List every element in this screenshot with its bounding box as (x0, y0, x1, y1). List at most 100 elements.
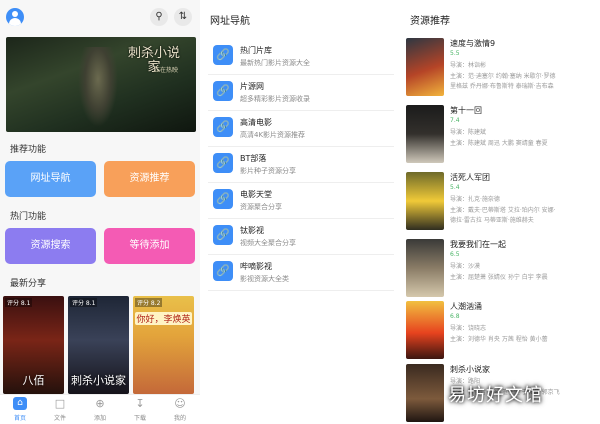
site-item[interactable]: 🔗 钛影视 视频大全聚合分享 (208, 219, 394, 255)
movie-poster (406, 105, 444, 163)
movie-director: 导演：林诣彬 (450, 62, 487, 69)
site-item[interactable]: 🔗 BT部落 影片种子资源分享 (208, 147, 394, 183)
featured-banner[interactable]: 刺杀小说家 正在热映 (6, 37, 196, 132)
movie-cast: 主演：范·迪塞尔 约翰·塞纳 米歇尔·罗德里格兹 乔丹娜·布鲁斯特 泰瑞斯·吉布… (450, 73, 556, 90)
movie-director: 导演：饶晓志 (450, 325, 487, 332)
movie-score: 5.5 (450, 50, 460, 57)
nav-add-label: 添加 (93, 415, 106, 422)
site-desc: 资源聚合分享 (240, 203, 282, 211)
movie-poster (406, 172, 444, 230)
movie-poster (406, 239, 444, 297)
site-name: 片源网 (240, 82, 264, 91)
folder-icon: □ (54, 397, 66, 410)
movie-score: 5.4 (450, 184, 460, 191)
movie-director: 导演：扎克·施奈德 (450, 196, 500, 203)
search-icon[interactable]: ⚲ (150, 8, 168, 26)
section-recommend-label: 推荐功能 (10, 145, 47, 155)
latest-poster-list: 评分 8.1 八佰 评分 8.1 刺杀小说家 评分 8.2 你好，李焕英 (0, 296, 200, 394)
site-name: 高清电影 (240, 118, 272, 127)
latest-poster[interactable]: 评分 8.1 八佰 (3, 296, 64, 394)
site-name: 电影天堂 (240, 190, 272, 199)
site-desc: 影片种子资源分享 (240, 167, 296, 175)
movie-name: 第十一回 (450, 106, 482, 115)
movie-item[interactable]: 第十一回 7.4 导演：陈建斌 主演：陈建斌 周迅 大鹏 窦靖童 春夏 (406, 105, 596, 169)
avatar[interactable] (6, 8, 24, 26)
movie-poster (406, 38, 444, 96)
poster-title: 刺杀小说家 (71, 374, 126, 387)
section-latest-label: 最新分享 (10, 279, 47, 289)
site-nav-panel: 网址导航 🔗 热门片库 最新热门影片资源大全 🔗 片源网 超多精彩影片资源收录 … (200, 0, 400, 424)
nav-me-label: 我的 (173, 415, 186, 422)
poster-title: 你好，李焕英 (135, 312, 192, 325)
movie-name: 人潮汹涌 (450, 302, 482, 311)
nav-add[interactable]: ⊕ 添加 (80, 397, 120, 422)
bottom-nav: ⌂ 首页 □ 文件 ⊕ 添加 ↧ 下载 ☺ 我的 (0, 394, 200, 424)
poster-score-badge: 评分 8.2 (135, 298, 163, 307)
smile-icon: ☺ (174, 397, 186, 410)
site-name: BT部落 (240, 154, 267, 163)
site-nav-title: 网址导航 (210, 16, 250, 27)
site-item[interactable]: 🔗 电影天堂 资源聚合分享 (208, 183, 394, 219)
movie-item[interactable]: 人潮汹涌 6.8 导演：饶晓志 主演：刘德华 肖央 万茜 程怡 黄小蕾 (406, 301, 596, 365)
link-icon: 🔗 (213, 153, 233, 173)
banner-artwork (78, 47, 118, 127)
section-hot-label: 热门功能 (10, 212, 47, 222)
avatar-head-shape (12, 11, 18, 17)
movie-name: 速度与激情9 (450, 39, 496, 48)
movie-cast: 主演：刘德华 肖央 万茜 程怡 黄小蕾 (450, 336, 548, 343)
download-icon: ↧ (135, 397, 145, 410)
nav-download-label: 下载 (133, 415, 146, 422)
site-name: 钛影视 (240, 226, 264, 235)
nav-home[interactable]: ⌂ 首页 (0, 397, 40, 422)
movie-score: 6.8 (450, 313, 460, 320)
home-icon: ⌂ (13, 397, 27, 410)
site-desc: 影视资源大全类 (240, 275, 289, 283)
movie-item[interactable]: 我要我们在一起 6.5 导演：沙漠 主演：屈楚萧 张婧仪 孙宁 白宇 李晨 (406, 239, 596, 303)
nav-download[interactable]: ↧ 下载 (120, 397, 160, 422)
nav-files-label: 文件 (53, 415, 66, 422)
movie-score: 6.5 (450, 251, 460, 258)
resource-search-button[interactable]: 资源搜索 (5, 228, 96, 264)
movie-poster (406, 301, 444, 359)
movie-poster (406, 364, 444, 422)
home-panel: ⚲ ⇅ 刺杀小说家 正在热映 推荐功能 网址导航 资源推荐 热门功能 资源搜索 … (0, 0, 200, 424)
site-desc: 视频大全聚合分享 (240, 239, 296, 247)
poster-score-badge: 评分 8.1 (70, 298, 98, 307)
site-item[interactable]: 🔗 高清电影 高清4K影片资源推荐 (208, 111, 394, 147)
site-desc: 超多精彩影片资源收录 (240, 95, 310, 103)
movie-name: 我要我们在一起 (450, 240, 506, 249)
watermark: 易坊好文馆 (448, 385, 543, 406)
site-name: 热门片库 (240, 46, 272, 55)
movie-item[interactable]: 活死人军团 5.4 导演：扎克·施奈德 主演：戴夫·巴蒂斯塔 艾拉·珀内尔 安娜… (406, 172, 596, 236)
site-nav-button[interactable]: 网址导航 (5, 161, 96, 197)
top-bar: ⚲ ⇅ (0, 0, 200, 34)
movie-cast: 主演：戴夫·巴蒂斯塔 艾拉·珀内尔 安娜·德拉·雷古拉 马蒂亚斯·施维赫夫 (450, 207, 556, 224)
avatar-body-shape (9, 18, 21, 26)
movie-score: 7.4 (450, 117, 460, 124)
movie-cast: 主演：屈楚萧 张婧仪 孙宁 白宇 李晨 (450, 274, 548, 281)
link-icon: 🔗 (213, 45, 233, 65)
site-item[interactable]: 🔗 片源网 超多精彩影片资源收录 (208, 75, 394, 111)
plus-icon: ⊕ (95, 397, 105, 410)
resource-recommend-button[interactable]: 资源推荐 (104, 161, 195, 197)
link-icon: 🔗 (213, 117, 233, 137)
site-name: 哔嘀影视 (240, 262, 272, 271)
nav-home-label: 首页 (13, 415, 26, 422)
coming-soon-button[interactable]: 等待添加 (104, 228, 195, 264)
site-item[interactable]: 🔗 热门片库 最新热门影片资源大全 (208, 39, 394, 75)
banner-subtitle: 正在热映 (153, 67, 178, 74)
resource-recommend-panel: 资源推荐 速度与激情9 5.5 导演：林诣彬 主演：范·迪塞尔 约翰·塞纳 米歇… (400, 0, 600, 424)
movie-director: 导演：陈建斌 (450, 129, 487, 136)
nav-files[interactable]: □ 文件 (40, 397, 80, 422)
sort-icon[interactable]: ⇅ (174, 8, 192, 26)
link-icon: 🔗 (213, 189, 233, 209)
link-icon: 🔗 (213, 261, 233, 281)
latest-poster[interactable]: 评分 8.2 你好，李焕英 (133, 296, 194, 394)
movie-item[interactable]: 速度与激情9 5.5 导演：林诣彬 主演：范·迪塞尔 约翰·塞纳 米歇尔·罗德里… (406, 38, 596, 102)
site-desc: 最新热门影片资源大全 (240, 59, 310, 67)
link-icon: 🔗 (213, 81, 233, 101)
link-icon: 🔗 (213, 225, 233, 245)
site-item[interactable]: 🔗 哔嘀影视 影视资源大全类 (208, 255, 394, 291)
latest-poster[interactable]: 评分 8.1 刺杀小说家 (68, 296, 129, 394)
nav-me[interactable]: ☺ 我的 (160, 397, 200, 422)
